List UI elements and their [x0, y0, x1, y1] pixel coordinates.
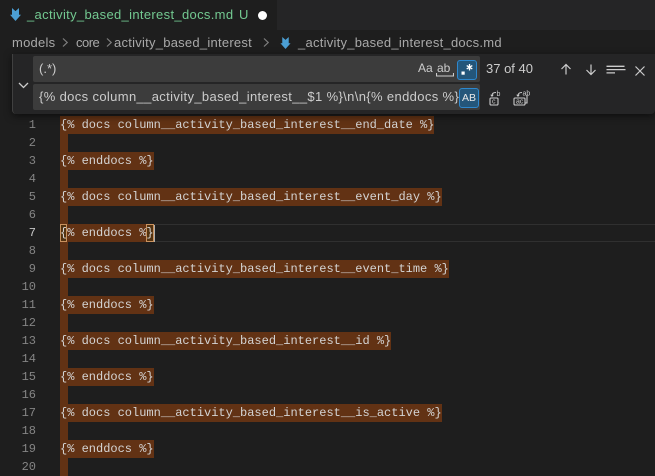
svg-text:ac: ac — [516, 99, 524, 106]
svg-text:c: c — [492, 99, 496, 106]
svg-text:b: b — [497, 91, 501, 98]
svg-text:ab: ab — [523, 91, 531, 98]
